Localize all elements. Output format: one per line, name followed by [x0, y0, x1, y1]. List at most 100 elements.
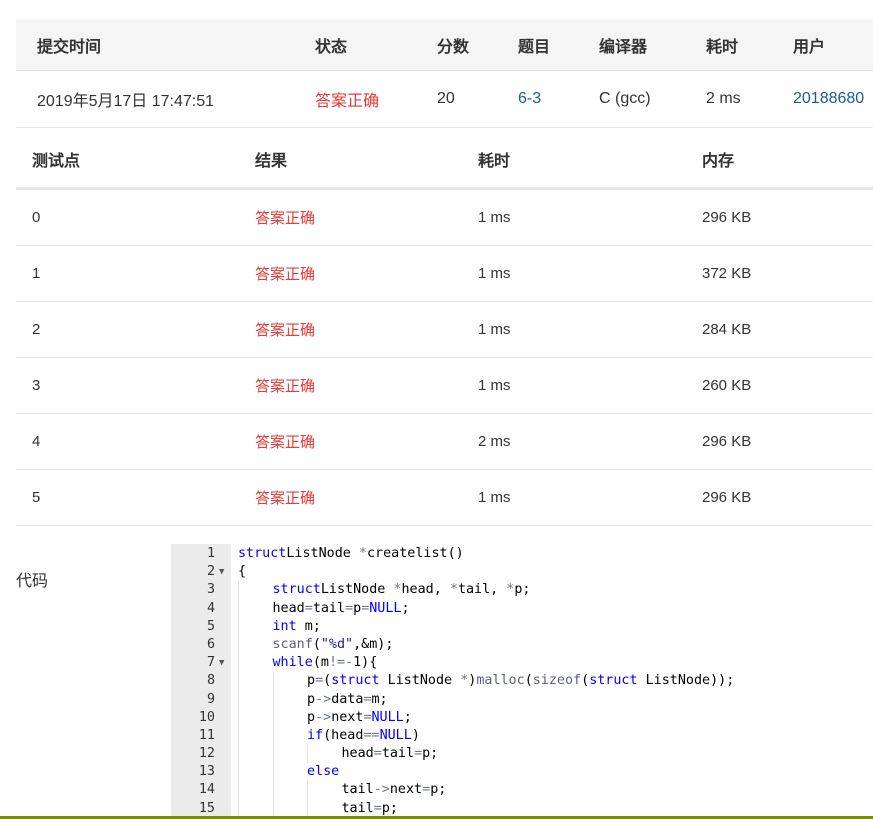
- code-token: -: [345, 655, 354, 671]
- testpoint-index: 2: [32, 321, 41, 338]
- code-text: {: [238, 563, 246, 581]
- code-token: p: [307, 709, 316, 725]
- code-token: if: [307, 727, 324, 743]
- indent-guide: [238, 581, 239, 600]
- code-token: next: [389, 782, 423, 798]
- line-number: 4: [206, 600, 215, 616]
- code-text: while(m!=-1){: [273, 654, 378, 672]
- code-token: ->: [373, 782, 390, 798]
- testpoint-index: 5: [32, 489, 41, 506]
- header-status: 状态: [315, 38, 348, 56]
- testpoint-result: 答案正确: [255, 378, 316, 395]
- indent-guide: [238, 654, 239, 673]
- testpoint-result: 答案正确: [255, 322, 316, 339]
- score-value: 20: [437, 90, 455, 107]
- code-token: int: [272, 618, 297, 634]
- code-token: (: [581, 673, 590, 689]
- table-row: 4 答案正确 2 ms 296 KB: [16, 414, 873, 470]
- header-problem: 题目: [518, 38, 551, 56]
- code-token: (m: [312, 655, 329, 671]
- code-token: NULL: [369, 600, 402, 616]
- code-token: p: [353, 600, 362, 616]
- code-token: m;: [371, 691, 388, 707]
- code-text: head=tail=p;: [342, 745, 439, 763]
- submission-row: 2019年5月17日 17:47:51 答案正确 20 6-3 C (gcc) …: [16, 71, 873, 128]
- line-number: 11: [198, 727, 215, 743]
- header-score: 分数: [437, 38, 470, 56]
- code-token: =: [345, 600, 354, 616]
- code-text: tail->next=p;: [342, 781, 447, 799]
- testpoint-table: 测试点 结果 耗时 内存 0 答案正确 1 ms 296 KB 1 答案正确 1…: [16, 130, 873, 526]
- code-token: struct: [272, 582, 321, 598]
- line-number: 3: [206, 582, 215, 598]
- code-token: !=: [328, 655, 346, 671]
- code-token: m;: [296, 618, 321, 634]
- code-token: ->: [315, 709, 332, 725]
- code-token: =: [373, 800, 382, 816]
- fold-arrow-icon[interactable]: ▼: [219, 563, 224, 581]
- indent-guide: [272, 763, 274, 782]
- code-token: createlist(): [367, 546, 464, 561]
- fold-arrow-icon[interactable]: ▼: [219, 654, 224, 672]
- indent-guide: [238, 617, 239, 636]
- code-token: *: [498, 582, 515, 598]
- line-number: 13: [198, 764, 215, 780]
- code-text: structListNode *head, *tail, *p;: [273, 581, 531, 599]
- code-text: p->next=NULL;: [307, 709, 412, 727]
- line-number: 6: [206, 636, 215, 652]
- testpoint-memory: 284 KB: [702, 321, 752, 338]
- code-token: p;: [422, 746, 439, 762]
- code-token: ,&m);: [353, 636, 394, 652]
- code-token: p;: [381, 800, 398, 816]
- line-number: 2: [206, 564, 215, 580]
- compiler-value: C (gcc): [599, 90, 651, 107]
- code-line: 13 else: [171, 763, 873, 782]
- code-token: head,: [401, 582, 442, 598]
- header-memory: 内存: [702, 152, 735, 170]
- code-token: struct: [589, 673, 638, 689]
- indent-guide: [238, 708, 239, 727]
- header-compiler: 编译器: [599, 38, 648, 56]
- code-line: 4 head=tail=p=NULL;: [171, 599, 873, 618]
- code-text: scanf("%d",&m);: [273, 636, 394, 654]
- testpoint-result: 答案正确: [255, 266, 316, 283]
- testpoint-result: 答案正确: [255, 210, 316, 227]
- user-link[interactable]: 20188680: [793, 71, 864, 127]
- testpoint-header-row: 测试点 结果 耗时 内存: [16, 130, 873, 190]
- submission-header-row: 提交时间 状态 分数 题目 编译器 耗时 用户: [16, 19, 873, 71]
- testpoint-index: 1: [32, 265, 41, 282]
- indent-guide: [238, 781, 239, 800]
- code-token: tail: [381, 746, 415, 762]
- code-token: =: [422, 782, 431, 798]
- code-token: head: [341, 746, 374, 762]
- testpoint-result: 答案正确: [255, 490, 316, 507]
- line-number: 7: [206, 655, 215, 671]
- code-token: NULL: [371, 709, 404, 725]
- indent-guide: [272, 781, 274, 800]
- header-testpoint: 测试点: [32, 152, 81, 170]
- code-token: (: [323, 673, 332, 689]
- code-lines: 1 structListNode *createlist() 2 ▼{3 structL…: [171, 545, 873, 818]
- code-token: next: [331, 709, 364, 725]
- indent-guide: [238, 599, 239, 618]
- testpoint-memory: 260 KB: [702, 377, 752, 394]
- indent-guide: [307, 745, 308, 764]
- problem-link[interactable]: 6-3: [518, 71, 541, 127]
- code-token: struct: [331, 673, 380, 689]
- code-token: ): [411, 727, 420, 743]
- code-text: else: [307, 763, 339, 781]
- testpoint-memory: 296 KB: [702, 433, 752, 450]
- code-text: head=tail=p=NULL;: [273, 600, 410, 618]
- table-row: 0 答案正确 1 ms 296 KB: [16, 190, 873, 246]
- code-line: 1 structListNode *createlist(): [171, 545, 873, 563]
- header-user: 用户: [793, 38, 826, 56]
- code-token: =: [304, 600, 313, 616]
- code-token: tail: [341, 782, 374, 798]
- header-result: 结果: [255, 152, 288, 170]
- table-row: 1 答案正确 1 ms 372 KB: [16, 246, 873, 302]
- code-text: if(head==NULL): [307, 727, 420, 745]
- code-token: malloc: [476, 673, 525, 689]
- code-token: head: [272, 600, 305, 616]
- elapsed-value: 2 ms: [706, 90, 741, 107]
- code-editor[interactable]: 1 structListNode *createlist() 2 ▼{3 structL…: [171, 544, 873, 819]
